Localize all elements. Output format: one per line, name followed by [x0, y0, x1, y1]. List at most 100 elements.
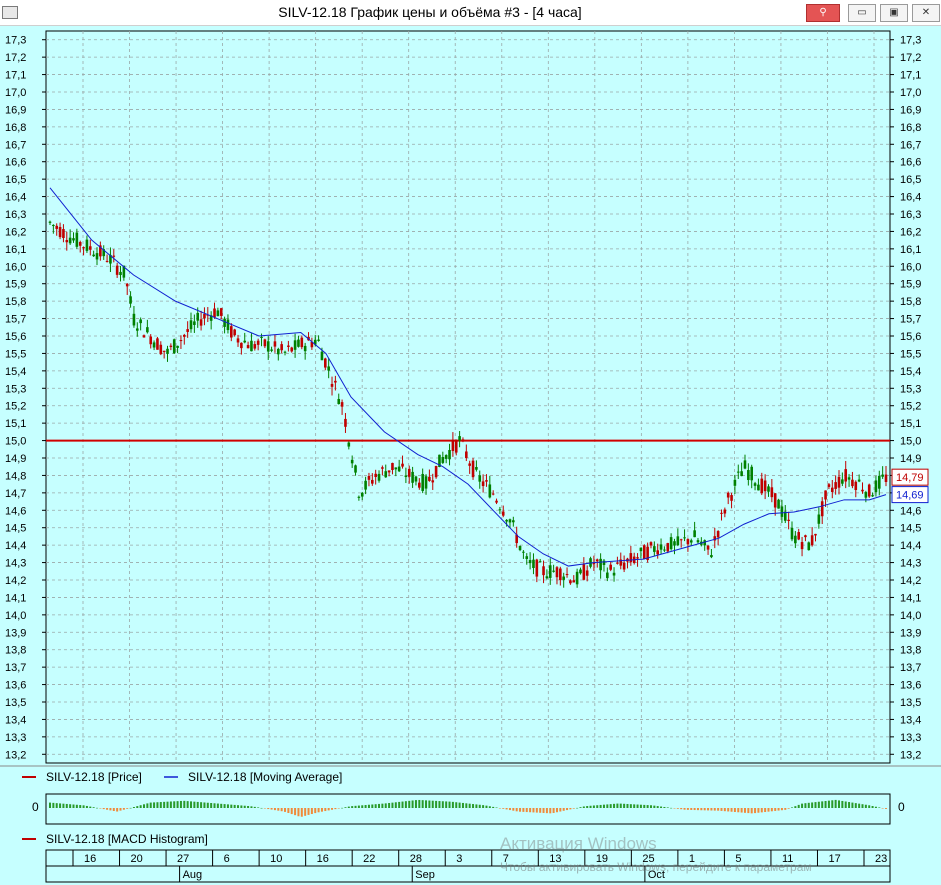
macd-bar	[562, 808, 565, 811]
candle-body	[686, 539, 690, 545]
candle-body	[595, 559, 599, 562]
candle-body	[216, 310, 220, 317]
candle-body	[401, 463, 404, 467]
candle-body	[606, 572, 609, 579]
candle-body	[344, 418, 347, 427]
day-label: 16	[84, 853, 96, 865]
price-tick-label-right: 14,0	[900, 610, 921, 622]
candle-body	[176, 345, 179, 348]
macd-bar	[404, 801, 407, 808]
candle-body	[182, 334, 186, 337]
macd-bar	[129, 807, 132, 809]
candle-body	[851, 479, 854, 487]
macd-bar	[179, 800, 182, 808]
candle-body	[861, 489, 864, 492]
macd-bar	[300, 808, 303, 817]
price-tick-label-left: 14,7	[5, 488, 26, 500]
candle-body	[525, 556, 529, 559]
macd-bar	[69, 804, 72, 808]
candle-body	[579, 569, 582, 574]
ma-legend-label: SILV-12.18 [Moving Average]	[188, 770, 343, 784]
macd-bar	[673, 808, 676, 809]
candle-body	[149, 336, 153, 345]
candle-body	[837, 476, 841, 488]
macd-bar	[545, 808, 548, 814]
price-tick-label-left: 15,2	[5, 401, 26, 413]
candle-body	[397, 466, 401, 472]
chart-svg[interactable]: 17,3 17,2 17,1 17,0 16,9 16,8 16,7 16,6 16,5 16,4…	[0, 0, 941, 885]
price-tick-label-right: 13,6	[900, 680, 921, 692]
candle-body	[491, 493, 495, 495]
macd-bar	[341, 807, 344, 809]
macd-bar	[324, 808, 327, 812]
candle-body	[874, 480, 878, 493]
candle-body	[743, 460, 747, 469]
candle-body	[653, 546, 656, 552]
macd-bar	[619, 803, 622, 808]
macd-bar	[797, 804, 800, 808]
candle-body	[585, 570, 589, 576]
macd-bar	[764, 808, 767, 813]
candle-body	[726, 492, 730, 498]
candle-body	[186, 329, 189, 332]
candle-body	[844, 469, 848, 482]
macd-bar	[639, 804, 642, 808]
macd-bar	[576, 807, 579, 809]
macd-bar	[243, 805, 246, 808]
macd-bar	[502, 808, 505, 809]
macd-bar	[743, 808, 746, 813]
candle-body	[350, 459, 354, 464]
macd-bar	[290, 808, 293, 815]
price-tick-label-left: 13,2	[5, 749, 26, 761]
candle-body	[659, 544, 663, 550]
price-tick-label-right: 13,3	[900, 732, 921, 744]
candle-body	[166, 348, 169, 354]
candle-body	[548, 565, 552, 578]
macd-bar	[273, 808, 276, 811]
candle-body	[508, 519, 512, 523]
macd-bar	[478, 804, 481, 808]
macd-bar	[854, 803, 857, 808]
macd-bar	[827, 800, 830, 808]
candle-body	[602, 560, 606, 566]
price-tick-label-left: 14,1	[5, 592, 26, 604]
macd-bar	[122, 808, 125, 810]
macd-bar	[55, 803, 58, 808]
macd-bar	[468, 803, 471, 808]
candle-body	[461, 439, 465, 441]
month-label: Sep	[415, 869, 435, 881]
price-tick-label-right: 16,7	[900, 139, 921, 151]
candle-body	[146, 327, 149, 333]
candle-body	[733, 479, 737, 486]
candle-body	[404, 475, 408, 478]
macd-bar	[663, 806, 666, 808]
macd-bar	[59, 803, 62, 808]
price-plot-frame[interactable]	[45, 30, 891, 764]
candle-body	[884, 474, 888, 482]
price-tick-label-left: 17,2	[5, 52, 26, 64]
day-label: 3	[456, 853, 462, 865]
macd-bar	[700, 808, 703, 811]
month-label: Aug	[183, 869, 203, 881]
candle-body	[139, 319, 142, 324]
macd-plot-frame[interactable]	[45, 793, 891, 825]
candle-body	[273, 341, 277, 347]
macd-bar	[519, 808, 522, 812]
price-tick-label-left: 16,0	[5, 261, 26, 273]
macd-bar	[535, 808, 538, 813]
macd-bar	[156, 802, 159, 808]
price-tick-label-left: 15,6	[5, 331, 26, 343]
macd-bar	[767, 808, 770, 812]
candle-body	[68, 237, 72, 244]
macd-bar	[116, 808, 119, 812]
candle-body	[465, 451, 468, 459]
macd-bar	[586, 806, 589, 808]
price-tick-label-right: 17,1	[900, 70, 921, 82]
candle-body	[424, 476, 428, 489]
price-tick-label-left: 16,8	[5, 122, 26, 134]
macd-bar	[794, 806, 797, 808]
macd-bar	[75, 804, 78, 808]
macd-bar	[119, 808, 122, 811]
candle-body	[219, 308, 223, 316]
candle-body	[360, 492, 364, 497]
